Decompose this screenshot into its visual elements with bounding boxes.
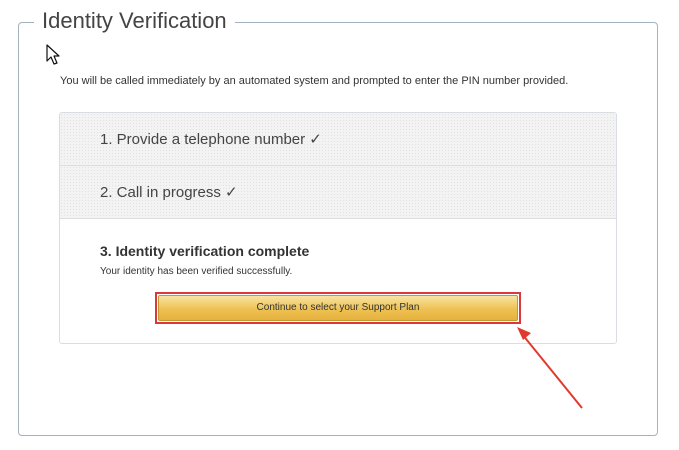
step-title: 3. Identity verification complete <box>100 243 310 259</box>
highlight-box: Continue to select your Support Plan <box>155 292 521 324</box>
step-phone-number: 1. Provide a telephone number ✓ <box>60 113 616 166</box>
step-label: 2. Call in progress ✓ <box>100 184 238 201</box>
step-verification-complete: 3. Identity verification complete Your i… <box>60 219 616 343</box>
step-call-in-progress: 2. Call in progress ✓ <box>60 166 616 219</box>
mouse-pointer-icon <box>46 44 60 65</box>
intro-text: You will be called immediately by an aut… <box>60 75 569 87</box>
identity-verification-page: Identity Verification You will be called… <box>0 0 679 450</box>
step-label: 1. Provide a telephone number ✓ <box>100 131 322 148</box>
continue-support-plan-button[interactable]: Continue to select your Support Plan <box>158 295 518 321</box>
page-title: Identity Verification <box>34 5 235 37</box>
step-description: Your identity has been verified successf… <box>100 266 293 277</box>
verification-steps: 1. Provide a telephone number ✓ 2. Call … <box>59 112 617 344</box>
